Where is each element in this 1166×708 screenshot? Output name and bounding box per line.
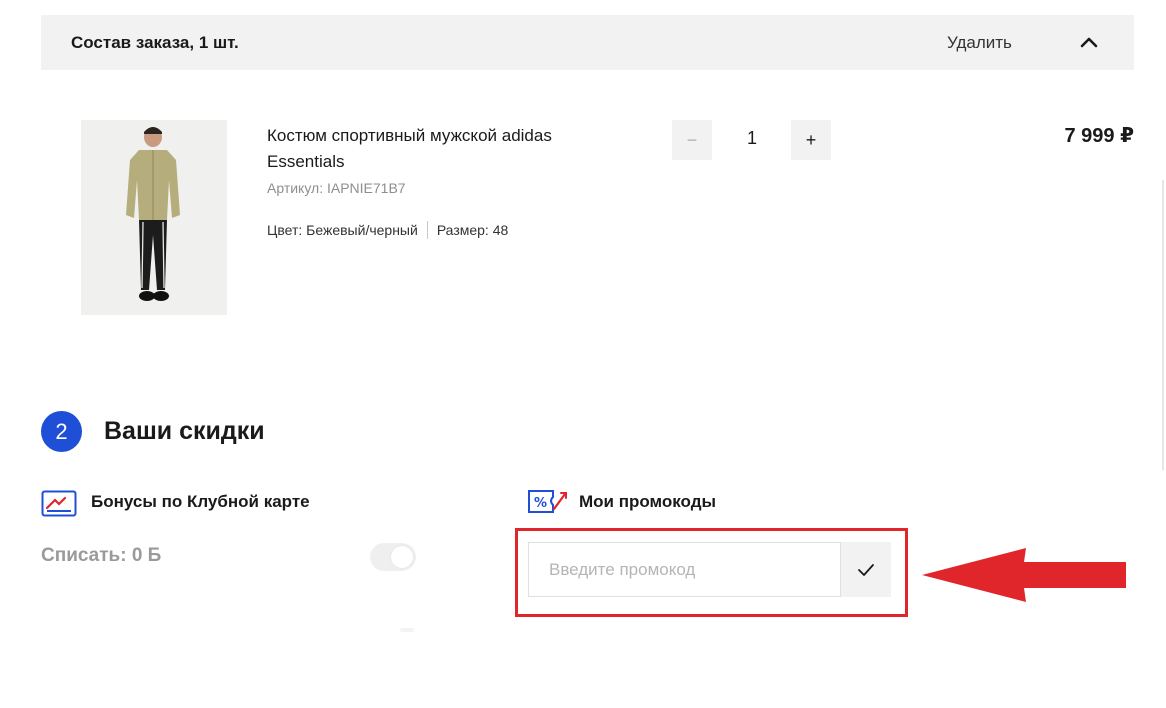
order-title: Состав заказа, 1 шт. xyxy=(71,33,239,52)
decorative-mark xyxy=(400,628,414,632)
product-name[interactable]: Костюм спортивный мужской adidas Essenti… xyxy=(267,123,597,175)
order-header: Состав заказа, 1 шт. Удалить xyxy=(41,15,1134,70)
bonus-toggle[interactable] xyxy=(370,543,416,571)
quantity-increase-button[interactable]: + xyxy=(791,120,831,160)
section-title: Ваши скидки xyxy=(104,417,265,445)
step-number-badge: 2 xyxy=(41,411,82,452)
toggle-knob xyxy=(391,546,413,568)
bonus-writeoff-text: Списать: 0 Б xyxy=(41,545,162,566)
product-price: 7 999 ₽ xyxy=(1064,125,1134,147)
product-image[interactable] xyxy=(81,120,227,315)
club-card-icon xyxy=(41,490,77,518)
checkout-page: Состав заказа, 1 шт. Удалить Костюм спор… xyxy=(0,0,1166,708)
property-divider xyxy=(426,221,428,239)
promo-code-input[interactable] xyxy=(528,542,841,597)
promo-apply-button[interactable] xyxy=(841,542,891,597)
product-article: Артикул: IAPNIE71B7 xyxy=(267,180,406,196)
svg-text:%: % xyxy=(534,496,547,511)
arrow-left-icon xyxy=(920,546,1130,604)
promo-ticket-icon: % xyxy=(527,488,569,516)
delete-order-link[interactable]: Удалить xyxy=(947,33,1012,53)
product-size: Размер: 48 xyxy=(436,222,509,238)
product-color: Цвет: Бежевый/черный xyxy=(267,222,418,238)
bonus-label: Бонусы по Клубной карте xyxy=(91,492,310,511)
quantity-decrease-button[interactable]: − xyxy=(672,120,712,160)
promo-codes-label: Мои промокоды xyxy=(579,492,717,511)
scroll-edge-line xyxy=(1162,180,1164,470)
product-properties: Цвет: Бежевый/черный Размер: 48 xyxy=(267,221,508,239)
check-icon xyxy=(858,563,874,576)
chevron-up-icon[interactable] xyxy=(1077,31,1101,53)
quantity-value: 1 xyxy=(746,128,757,148)
